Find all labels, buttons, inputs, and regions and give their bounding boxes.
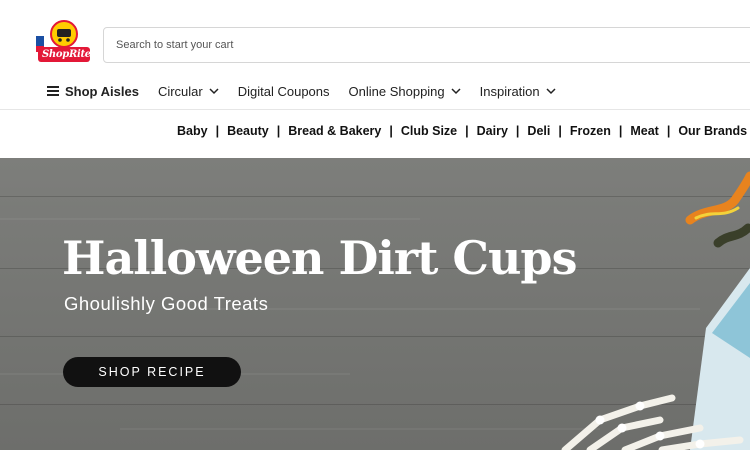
category-club-size[interactable]: Club Size [401, 124, 457, 138]
nav-circular-label: Circular [157, 83, 203, 99]
nav-online-shopping[interactable]: Online Shopping [349, 84, 461, 99]
nav-inspiration[interactable]: Inspiration [480, 84, 556, 99]
chevron-down-icon [209, 88, 219, 95]
category-dairy[interactable]: Dairy [477, 124, 508, 138]
category-deli[interactable]: Deli [527, 124, 550, 138]
nav-circular[interactable]: Circular [158, 84, 219, 99]
hero-title: Halloween Dirt Cups [62, 231, 577, 285]
hero-subtitle: Ghoulishly Good Treats [64, 293, 269, 314]
category-frozen[interactable]: Frozen [570, 124, 611, 138]
category-baby[interactable]: Baby [177, 124, 208, 138]
category-separator: | [618, 124, 623, 138]
category-separator: | [276, 124, 281, 138]
category-separator: | [389, 124, 393, 138]
search-box[interactable] [103, 27, 750, 63]
category-meat[interactable]: Meat [630, 124, 658, 138]
chevron-down-icon [546, 88, 556, 95]
search-input[interactable] [104, 28, 750, 62]
nav-shop-aisles[interactable]: Shop Aisles [47, 84, 139, 99]
chevron-down-icon [451, 88, 461, 95]
nav-digital-coupons[interactable]: Digital Coupons [238, 84, 330, 99]
category-our-brands[interactable]: Our Brands [678, 124, 747, 138]
category-separator: | [465, 124, 469, 138]
shoprite-logo[interactable]: ShopRite [36, 20, 92, 64]
category-separator: | [558, 124, 562, 138]
nav-online-shopping-label: Online Shopping [348, 83, 445, 99]
header-divider [0, 109, 750, 110]
shop-recipe-button[interactable]: SHOP RECIPE [63, 357, 241, 387]
category-bar: Baby | Beauty | Bread & Bakery | Club Si… [177, 124, 750, 138]
category-bread-bakery[interactable]: Bread & Bakery [288, 124, 381, 138]
nav-shop-aisles-label: Shop Aisles [65, 83, 139, 99]
logo-text: ShopRite [42, 49, 91, 60]
category-separator: | [666, 124, 671, 138]
category-beauty[interactable]: Beauty [227, 124, 269, 138]
hero-banner[interactable]: Halloween Dirt Cups Ghoulishly Good Trea… [0, 158, 750, 450]
menu-icon [47, 86, 59, 96]
category-separator: | [515, 124, 520, 138]
nav-inspiration-label: Inspiration [479, 83, 540, 99]
category-separator: | [215, 124, 220, 138]
nav-digital-coupons-label: Digital Coupons [237, 83, 330, 99]
main-nav: Shop Aisles Circular Digital Coupons Onl… [47, 82, 575, 100]
site-header: ShopRite Shop Aisles Circular Digital Co… [0, 0, 750, 110]
